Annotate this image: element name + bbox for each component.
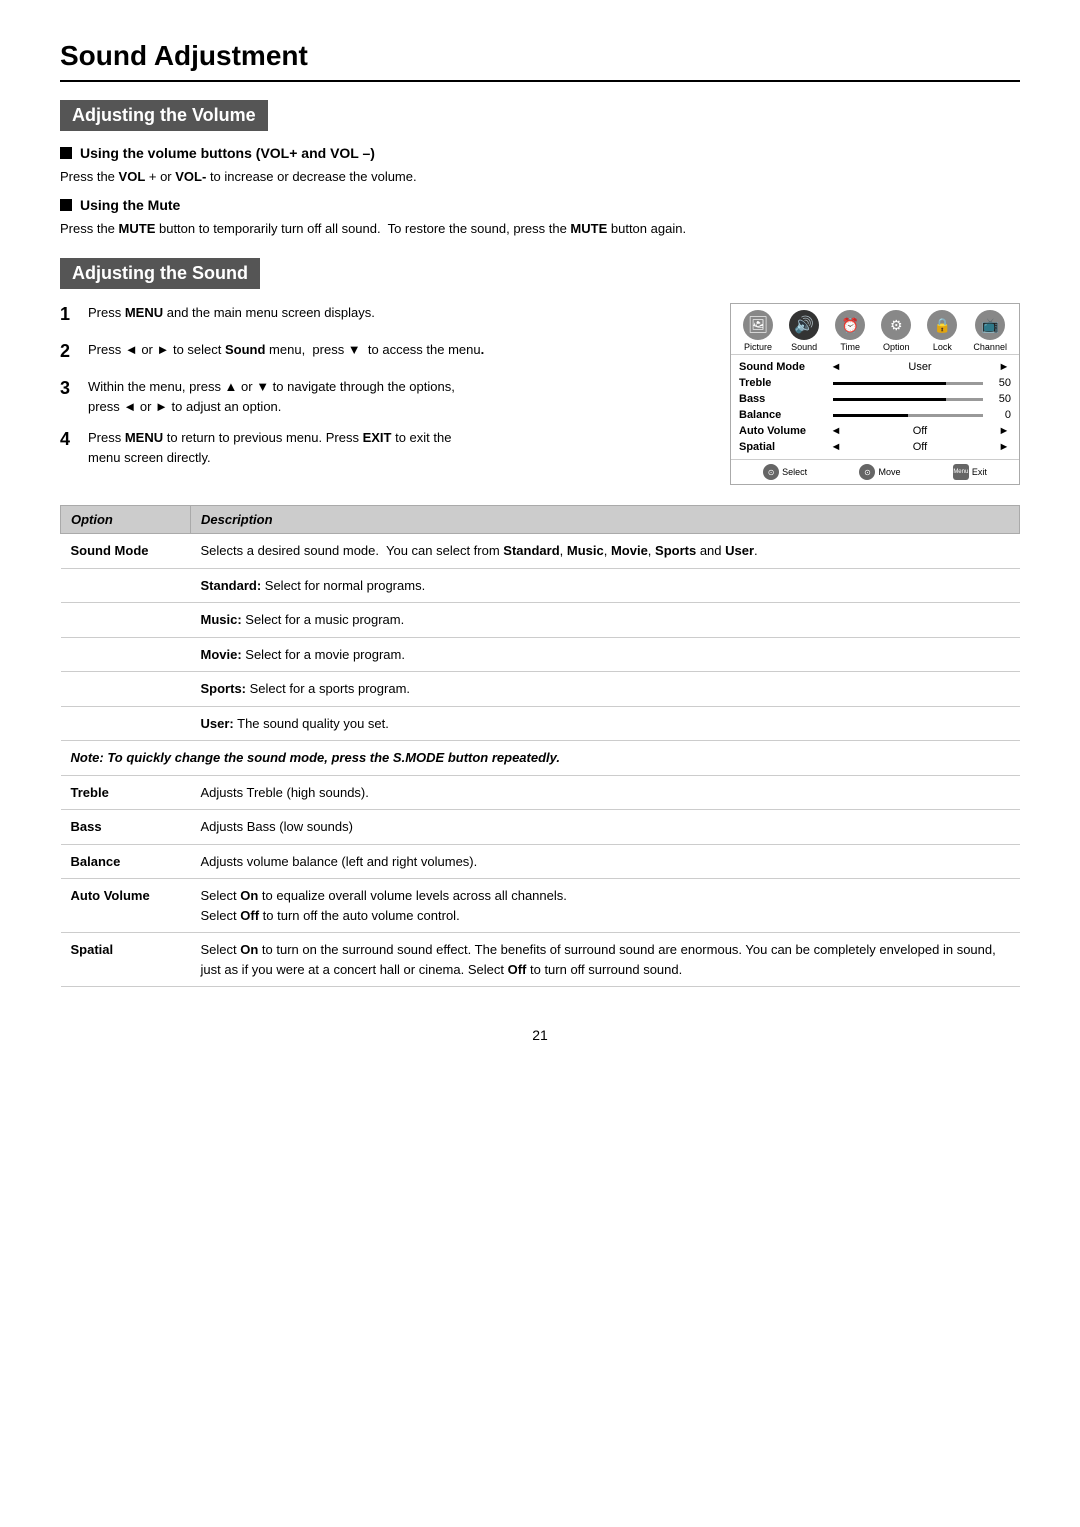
step-text-2: Press ◄ or ► to select Sound menu, press… <box>88 340 710 365</box>
channel-label: Channel <box>973 342 1007 352</box>
menu-rows: Sound Mode ◄ User ► Treble 50 Bass <box>731 355 1019 459</box>
menu-icon-option: ⚙ Option <box>881 310 911 352</box>
page-title: Sound Adjustment <box>60 40 1020 82</box>
menu-row-bass: Bass 50 <box>739 391 1011 407</box>
step-number-3: 3 <box>60 375 78 416</box>
option-autovolume: Auto Volume <box>61 879 191 933</box>
section2-heading: Adjusting the Sound <box>60 258 260 289</box>
desc-music: Music: Select for a music program. <box>191 603 1020 638</box>
step-number-1: 1 <box>60 301 78 328</box>
menu-row-soundmode: Sound Mode ◄ User ► <box>739 359 1011 375</box>
steps-area: 1 Press MENU and the main menu screen di… <box>60 303 1020 485</box>
table-row-treble: Treble Adjusts Treble (high sounds). <box>61 775 1020 810</box>
note-text: Note: To quickly change the sound mode, … <box>61 741 1020 776</box>
menu-row-balance: Balance 0 <box>739 407 1011 423</box>
menu-row-autovolume: Auto Volume ◄ Off ► <box>739 423 1011 439</box>
table-row-bass: Bass Adjusts Bass (low sounds) <box>61 810 1020 845</box>
move-btn-icon: ⊙ <box>859 464 875 480</box>
col-description-header: Description <box>191 506 1020 534</box>
desc-autovolume: Select On to equalize overall volume lev… <box>191 879 1020 933</box>
col-option-header: Option <box>61 506 191 534</box>
lock-label: Lock <box>933 342 952 352</box>
desc-spatial: Select On to turn on the surround sound … <box>191 933 1020 987</box>
sound-label: Sound <box>791 342 817 352</box>
select-btn-icon: ⊙ <box>763 464 779 480</box>
desc-standard: Standard: Select for normal programs. <box>191 568 1020 603</box>
step-2: 2 Press ◄ or ► to select Sound menu, pre… <box>60 340 710 365</box>
table-row-sports: Sports: Select for a sports program. <box>61 672 1020 707</box>
move-label: Move <box>878 467 900 477</box>
desc-user: User: The sound quality you set. <box>191 706 1020 741</box>
table-row-soundmode: Sound Mode Selects a desired sound mode.… <box>61 534 1020 569</box>
subsection2-text: Press the MUTE button to temporarily tur… <box>60 219 1020 239</box>
menu-screenshot: 🖼 Picture 🔊 Sound ⏰ Time ⚙ Option 🔒 <box>730 303 1020 485</box>
step-text-1: Press MENU and the main menu screen disp… <box>88 303 710 328</box>
option-balance: Balance <box>61 844 191 879</box>
picture-label: Picture <box>744 342 772 352</box>
menu-icon-time: ⏰ Time <box>835 310 865 352</box>
exit-btn-icon: Menu <box>953 464 969 480</box>
menu-icon-picture: 🖼 Picture <box>743 310 773 352</box>
time-label: Time <box>840 342 860 352</box>
desc-treble: Adjusts Treble (high sounds). <box>191 775 1020 810</box>
step-4: 4 Press MENU to return to previous menu.… <box>60 428 710 467</box>
desc-bass: Adjusts Bass (low sounds) <box>191 810 1020 845</box>
bullet-icon <box>60 147 72 159</box>
page-number: 21 <box>60 1027 1020 1043</box>
menu-row-spatial: Spatial ◄ Off ► <box>739 439 1011 455</box>
desc-balance: Adjusts volume balance (left and right v… <box>191 844 1020 879</box>
menu-icons-row: 🖼 Picture 🔊 Sound ⏰ Time ⚙ Option 🔒 <box>731 304 1019 355</box>
channel-icon: 📺 <box>975 310 1005 340</box>
step-text-4: Press MENU to return to previous menu. P… <box>88 428 710 467</box>
table-row-balance: Balance Adjusts volume balance (left and… <box>61 844 1020 879</box>
option-treble: Treble <box>61 775 191 810</box>
desc-movie: Movie: Select for a movie program. <box>191 637 1020 672</box>
sound-icon: 🔊 <box>789 310 819 340</box>
table-row-autovolume: Auto Volume Select On to equalize overal… <box>61 879 1020 933</box>
option-label: Option <box>883 342 910 352</box>
lock-icon: 🔒 <box>927 310 957 340</box>
step-3: 3 Within the menu, press ▲ or ▼ to navig… <box>60 377 710 416</box>
table-row-music: Music: Select for a music program. <box>61 603 1020 638</box>
options-table: Option Description Sound Mode Selects a … <box>60 505 1020 987</box>
menu-icon-sound: 🔊 Sound <box>789 310 819 352</box>
section-adjusting-volume: Adjusting the Volume Using the volume bu… <box>60 100 1020 238</box>
desc-soundmode: Selects a desired sound mode. You can se… <box>191 534 1020 569</box>
steps-list: 1 Press MENU and the main menu screen di… <box>60 303 710 485</box>
step-text-3: Within the menu, press ▲ or ▼ to navigat… <box>88 377 710 416</box>
table-row-user: User: The sound quality you set. <box>61 706 1020 741</box>
exit-label: Exit <box>972 467 987 477</box>
option-spatial: Spatial <box>61 933 191 987</box>
subsection2-heading: Using the Mute <box>60 197 1020 213</box>
option-bass: Bass <box>61 810 191 845</box>
option-icon: ⚙ <box>881 310 911 340</box>
step-number-2: 2 <box>60 338 78 365</box>
menu-footer: ⊙ Select ⊙ Move Menu Exit <box>731 459 1019 484</box>
menu-icon-channel: 📺 Channel <box>973 310 1007 352</box>
step-number-4: 4 <box>60 426 78 467</box>
subsection1-heading: Using the volume buttons (VOL+ and VOL –… <box>60 145 1020 161</box>
table-row-movie: Movie: Select for a movie program. <box>61 637 1020 672</box>
table-row-note: Note: To quickly change the sound mode, … <box>61 741 1020 776</box>
section-adjusting-sound: Adjusting the Sound 1 Press MENU and the… <box>60 258 1020 485</box>
table-row-standard: Standard: Select for normal programs. <box>61 568 1020 603</box>
menu-icon-lock: 🔒 Lock <box>927 310 957 352</box>
select-label: Select <box>782 467 807 477</box>
step-1: 1 Press MENU and the main menu screen di… <box>60 303 710 328</box>
section1-heading: Adjusting the Volume <box>60 100 268 131</box>
subsection1-text: Press the VOL + or VOL- to increase or d… <box>60 167 1020 187</box>
table-row-spatial: Spatial Select On to turn on the surroun… <box>61 933 1020 987</box>
option-soundmode: Sound Mode <box>61 534 191 569</box>
picture-icon: 🖼 <box>743 310 773 340</box>
desc-sports: Sports: Select for a sports program. <box>191 672 1020 707</box>
time-icon: ⏰ <box>835 310 865 340</box>
menu-row-treble: Treble 50 <box>739 375 1011 391</box>
bullet-icon2 <box>60 199 72 211</box>
